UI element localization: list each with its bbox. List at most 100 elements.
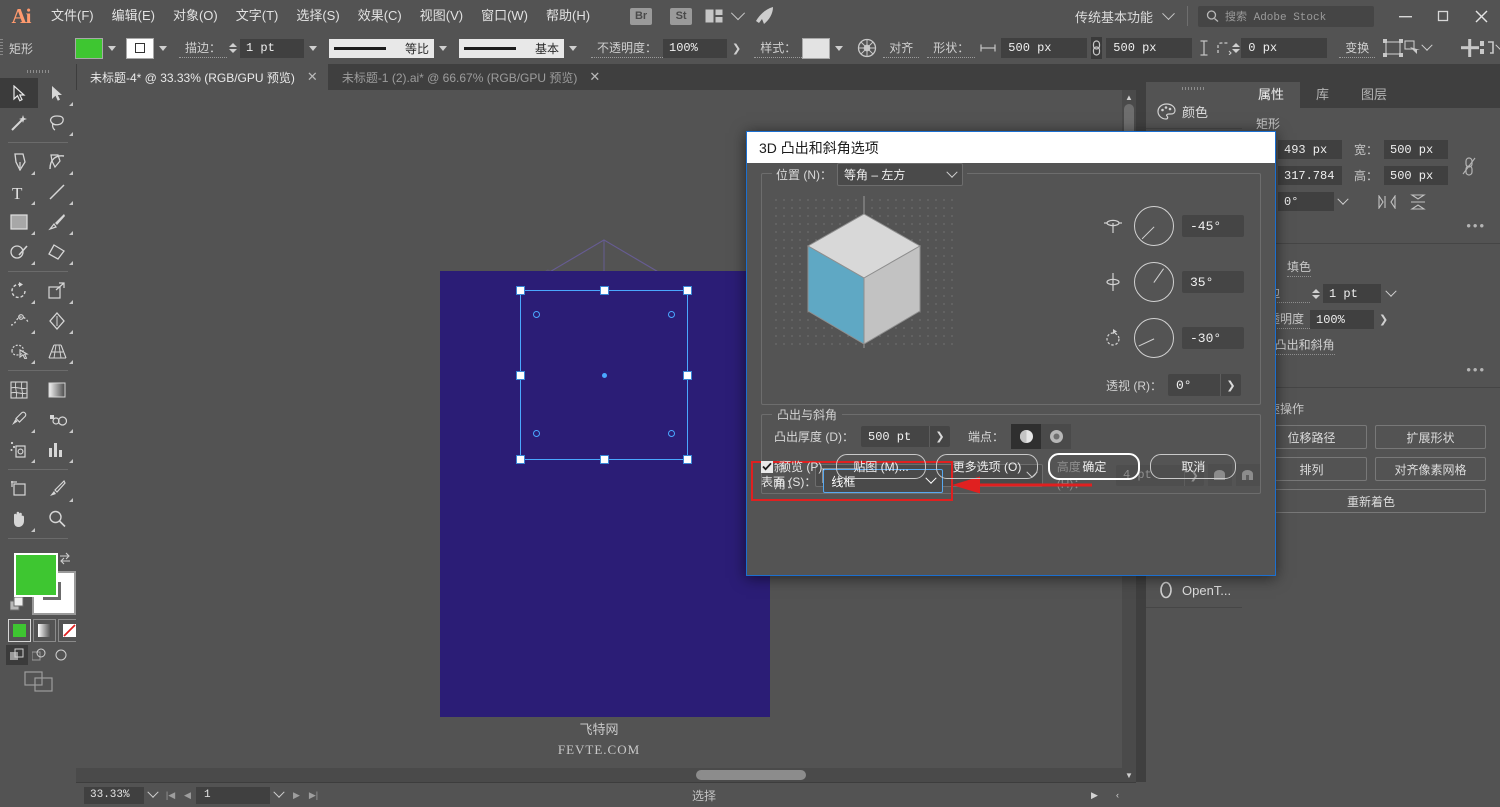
type-tool[interactable]: T <box>0 177 38 207</box>
color-mode-fill[interactable] <box>8 619 31 642</box>
magic-wand-tool[interactable] <box>0 108 38 138</box>
bbox-handle-bc[interactable] <box>600 455 609 464</box>
isolate-selected-icon[interactable] <box>1403 35 1423 61</box>
depth-value[interactable]: 500 pt <box>861 426 929 447</box>
cancel-button[interactable]: 取消 <box>1150 454 1237 479</box>
close-icon[interactable]: ✕ <box>307 69 318 85</box>
width-value-field[interactable]: 500 px <box>1384 140 1448 159</box>
tab-libraries[interactable]: 库 <box>1300 82 1345 108</box>
stroke-weight-label[interactable]: 描边： <box>179 39 228 58</box>
status-menu-icon[interactable]: ▶ <box>1086 787 1103 804</box>
stroke-dropdown-icon[interactable] <box>154 38 171 58</box>
selection-tool[interactable] <box>0 78 38 108</box>
draw-normal-mode[interactable] <box>6 645 28 665</box>
canvas-horizontal-scrollbar[interactable] <box>76 768 1122 782</box>
expand-shape-button[interactable]: 扩展形状 <box>1375 425 1486 449</box>
stroke-swatch[interactable] <box>126 37 154 59</box>
anchor-point[interactable] <box>533 311 540 318</box>
window-close-button[interactable] <box>1462 0 1500 32</box>
shaper-tool[interactable] <box>0 237 38 267</box>
distribute-spacing-icon[interactable] <box>1479 35 1497 61</box>
snap-to-grid-icon[interactable] <box>1461 35 1480 61</box>
preview-label[interactable]: 预览 (P) <box>779 458 822 475</box>
perspective-grid-tool[interactable] <box>38 336 76 366</box>
line-segment-tool[interactable] <box>38 177 76 207</box>
menu-window[interactable]: 窗口(W) <box>472 0 537 32</box>
stock-icon[interactable]: St <box>670 7 693 25</box>
free-transform-tool[interactable] <box>38 306 76 336</box>
draw-inside-mode[interactable] <box>50 645 72 665</box>
appearance-more-options[interactable]: ••• <box>1256 362 1486 377</box>
x-value-field[interactable]: 493 px <box>1278 140 1342 159</box>
opacity-more-icon[interactable]: ❯ <box>1374 313 1393 326</box>
opacity-field[interactable]: 100% <box>1310 310 1374 329</box>
align-button[interactable]: 对齐 <box>883 39 920 58</box>
next-artboard-icon[interactable]: ▶ <box>288 787 305 804</box>
window-maximize-button[interactable] <box>1424 0 1462 32</box>
corner-radius-stepper[interactable] <box>1232 39 1241 58</box>
fill-dropdown-icon[interactable] <box>103 38 120 58</box>
stroke-profile-uniform[interactable]: 等比 <box>329 38 452 58</box>
opacity-control[interactable]: 100% ❯ <box>663 38 746 58</box>
corner-type-icon[interactable] <box>1216 35 1233 61</box>
ok-button[interactable]: 确定 <box>1048 453 1141 480</box>
eraser-tool[interactable] <box>38 237 76 267</box>
rotate-z-value[interactable]: -30° <box>1182 327 1244 349</box>
shape-label[interactable]: 形状： <box>927 39 976 58</box>
document-tab-active[interactable]: 未标题-4* @ 33.33% (RGB/GPU 预览) ✕ <box>76 64 328 90</box>
swap-fill-stroke-icon[interactable] <box>58 551 72 565</box>
width-tool[interactable] <box>0 306 38 336</box>
flip-horizontal-icon[interactable] <box>1378 194 1396 209</box>
transform-button[interactable]: 变换 <box>1339 39 1376 58</box>
anchor-point[interactable] <box>668 430 675 437</box>
stock-search-input[interactable]: 搜索 Adobe Stock <box>1198 5 1374 27</box>
graphic-style-swatch[interactable] <box>802 37 831 59</box>
opacity-value[interactable]: 100% <box>663 38 728 58</box>
shape-width-value[interactable]: 500 px <box>1001 38 1088 58</box>
menu-edit[interactable]: 编辑(E) <box>103 0 164 32</box>
column-graph-tool[interactable] <box>38 435 76 465</box>
bbox-handle-br[interactable] <box>683 455 692 464</box>
menu-effect[interactable]: 效果(C) <box>349 0 411 32</box>
angle-dropdown-icon[interactable] <box>1334 193 1352 206</box>
rotate-y-value[interactable]: 35° <box>1182 271 1244 293</box>
envelope-distort-icon[interactable] <box>1383 35 1404 61</box>
bbox-handle-ml[interactable] <box>516 371 525 380</box>
anchor-point[interactable] <box>533 430 540 437</box>
rotate-tool[interactable] <box>0 276 38 306</box>
eyedropper-tool[interactable] <box>0 405 38 435</box>
stroke-control[interactable] <box>126 37 171 59</box>
scroll-thumb-horizontal[interactable] <box>696 770 806 780</box>
lasso-tool[interactable] <box>38 108 76 138</box>
fill-control[interactable] <box>75 37 120 59</box>
hand-tool[interactable] <box>0 504 38 534</box>
brush-definition-dropdown-icon[interactable] <box>564 38 582 58</box>
shape-height-value[interactable]: 500 px <box>1106 38 1193 58</box>
perspective-value[interactable]: 0° <box>1168 374 1220 396</box>
selection-bounding-box[interactable] <box>516 286 692 464</box>
angle-value-field[interactable]: 0° <box>1278 192 1334 211</box>
cap-hollow-button[interactable] <box>1041 424 1072 449</box>
default-fill-stroke-icon[interactable] <box>10 597 24 611</box>
rotate-x-value[interactable]: -45° <box>1182 215 1244 237</box>
blend-tool[interactable] <box>38 405 76 435</box>
close-icon[interactable]: ✕ <box>589 69 600 85</box>
symbol-sprayer-tool[interactable] <box>0 435 38 465</box>
curvature-tool[interactable] <box>38 147 76 177</box>
flip-vertical-icon[interactable] <box>1410 193 1426 210</box>
corner-radius-value[interactable]: 0 px <box>1241 38 1328 58</box>
color-mode-gradient[interactable] <box>33 619 56 642</box>
depth-more-icon[interactable]: ❯ <box>929 426 950 447</box>
mini-dock-grip[interactable] <box>1146 82 1242 94</box>
direct-selection-tool[interactable] <box>38 78 76 108</box>
document-tab-inactive[interactable]: 未标题-1 (2).ai* @ 66.67% (RGB/GPU 预览) ✕ <box>327 64 611 90</box>
y-value-field[interactable]: 317.784 <box>1278 166 1342 185</box>
tab-properties[interactable]: 属性 <box>1242 82 1301 108</box>
chevron-down-icon[interactable] <box>727 6 749 21</box>
rocket-icon[interactable] <box>749 0 779 32</box>
bbox-handle-mr[interactable] <box>683 371 692 380</box>
mesh-tool[interactable] <box>0 375 38 405</box>
paintbrush-tool[interactable] <box>38 207 76 237</box>
prev-artboard-icon[interactable]: ◀ <box>179 787 196 804</box>
stroke-weight-stepper[interactable] <box>227 39 239 58</box>
